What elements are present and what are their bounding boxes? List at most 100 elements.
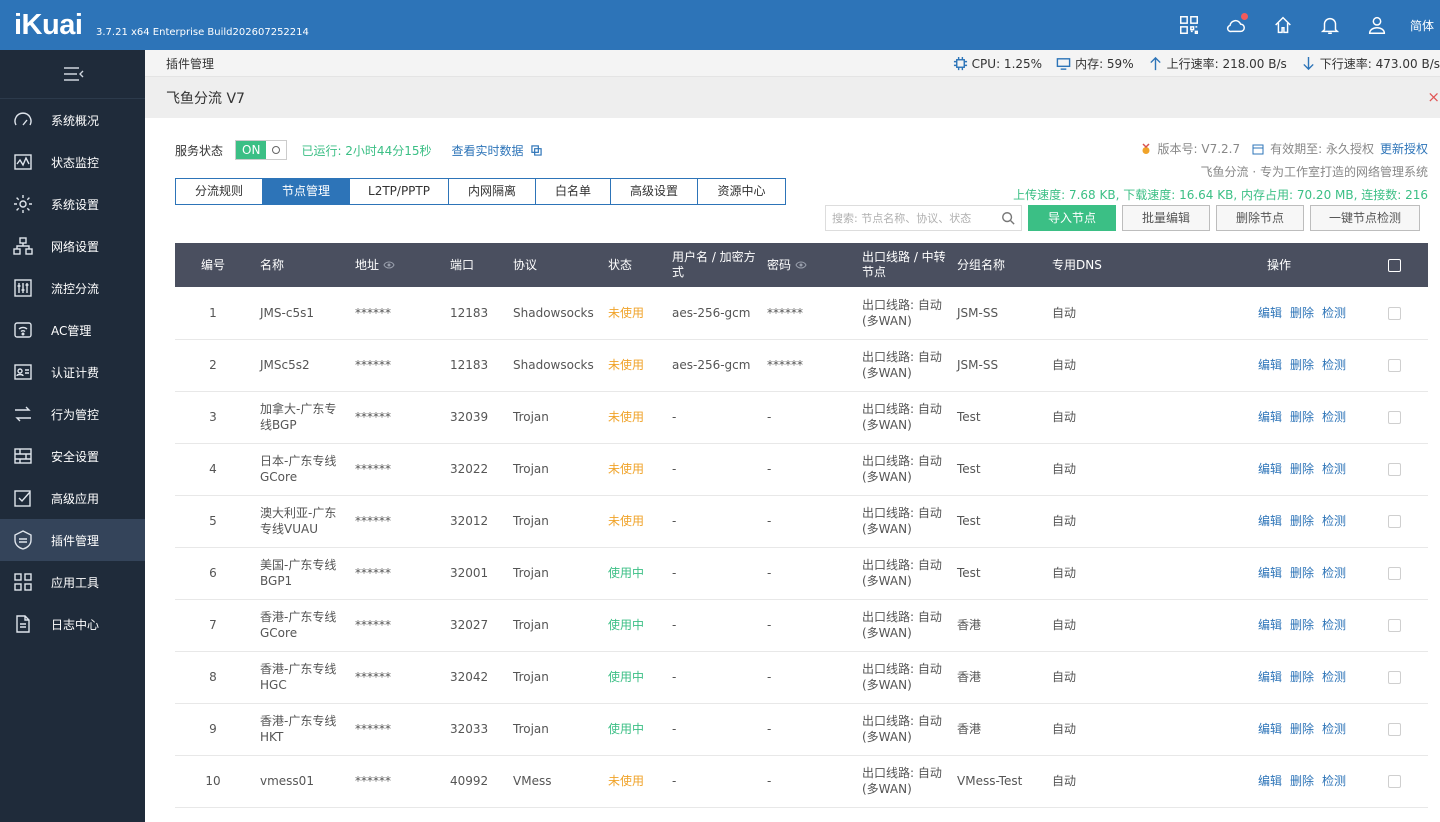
delete-button[interactable]: 删除: [1290, 306, 1314, 320]
row-checkbox[interactable]: [1387, 775, 1401, 788]
edit-button[interactable]: 编辑: [1258, 618, 1282, 632]
row-checkbox[interactable]: [1387, 723, 1401, 736]
renew-license-link[interactable]: 更新授权: [1380, 140, 1428, 157]
tab-4[interactable]: 白名单: [536, 179, 611, 204]
edit-button[interactable]: 编辑: [1258, 722, 1282, 736]
tab-6[interactable]: 资源中心: [698, 179, 785, 204]
delete-button[interactable]: 删除: [1290, 670, 1314, 684]
select-all-checkbox[interactable]: [1387, 258, 1401, 272]
cell-pwd-text: -: [767, 514, 772, 528]
cell-name: 澳大利亚-广东专线VUAU: [251, 495, 346, 547]
delete-button[interactable]: 删除: [1290, 722, 1314, 736]
check-button[interactable]: 检测: [1322, 306, 1346, 320]
cell-port-text: 32001: [450, 566, 489, 580]
sidebar-item-11[interactable]: 应用工具: [0, 561, 145, 603]
check-button[interactable]: 检测: [1322, 410, 1346, 424]
close-icon[interactable]: ×: [1427, 88, 1440, 106]
sidebar-item-9[interactable]: 高级应用: [0, 477, 145, 519]
edit-button[interactable]: 编辑: [1258, 410, 1282, 424]
cell-proto: Trojan: [504, 651, 599, 703]
sidebar-item-10[interactable]: 插件管理: [0, 519, 145, 561]
delete-button[interactable]: 删除: [1290, 566, 1314, 580]
row-checkbox[interactable]: [1387, 515, 1401, 528]
sidebar-item-0[interactable]: 系统概况: [0, 99, 145, 141]
cell-addr: ******: [346, 495, 441, 547]
sidebar-item-2[interactable]: 系统设置: [0, 183, 145, 225]
tab-5[interactable]: 高级设置: [611, 179, 698, 204]
column-header-label: 协议: [513, 257, 538, 272]
cell-no: 5: [175, 495, 251, 547]
cell-name: vmess01: [251, 755, 346, 807]
delete-button[interactable]: 删除: [1290, 358, 1314, 372]
realtime-data-link[interactable]: 查看实时数据: [451, 142, 523, 159]
check-button[interactable]: 检测: [1322, 514, 1346, 528]
check-all-nodes-button[interactable]: 一键节点检测: [1310, 205, 1420, 231]
sidebar-item-3[interactable]: 网络设置: [0, 225, 145, 267]
edit-button[interactable]: 编辑: [1258, 358, 1282, 372]
grid-icon[interactable]: [1173, 9, 1205, 41]
sidebar-item-8[interactable]: 安全设置: [0, 435, 145, 477]
cell-port-text: 32033: [450, 722, 489, 736]
edit-button[interactable]: 编辑: [1258, 462, 1282, 476]
check-button[interactable]: 检测: [1322, 722, 1346, 736]
tab-0[interactable]: 分流规则: [176, 179, 263, 204]
row-checkbox[interactable]: [1387, 671, 1401, 684]
sidebar-item-6[interactable]: 认证计费: [0, 351, 145, 393]
row-checkbox[interactable]: [1387, 463, 1401, 476]
tab-2[interactable]: L2TP/PPTP: [350, 179, 449, 204]
eye-icon[interactable]: [795, 261, 807, 269]
row-checkbox[interactable]: [1387, 359, 1401, 372]
apps-icon: [14, 573, 32, 591]
delete-button[interactable]: 删除: [1290, 618, 1314, 632]
service-toggle[interactable]: ON: [235, 140, 288, 160]
row-checkbox[interactable]: [1387, 567, 1401, 580]
cell-pwd-text: ******: [767, 305, 803, 320]
sidebar-item-4[interactable]: 流控分流: [0, 267, 145, 309]
delete-button[interactable]: 删除: [1290, 774, 1314, 788]
edit-button[interactable]: 编辑: [1258, 670, 1282, 684]
cell-exit-text: 出口线路: 自动(多WAN): [862, 662, 942, 692]
edit-button[interactable]: 编辑: [1258, 774, 1282, 788]
cell-exit: 出口线路: 自动(多WAN): [853, 547, 948, 599]
edit-button[interactable]: 编辑: [1258, 566, 1282, 580]
menu-toggle[interactable]: [0, 50, 145, 99]
check-button[interactable]: 检测: [1322, 462, 1346, 476]
language-switch[interactable]: 简体: [1410, 17, 1434, 34]
delete-button[interactable]: 删除: [1290, 462, 1314, 476]
sidebar-item-7[interactable]: 行为管控: [0, 393, 145, 435]
home-icon[interactable]: [1267, 9, 1299, 41]
sidebar-item-5[interactable]: AC管理: [0, 309, 145, 351]
cell-addr-text: ******: [355, 514, 391, 528]
cloud-icon[interactable]: [1220, 9, 1252, 41]
edit-button[interactable]: 编辑: [1258, 514, 1282, 528]
check-button[interactable]: 检测: [1322, 566, 1346, 580]
sidebar-item-1[interactable]: 状态监控: [0, 141, 145, 183]
eye-icon[interactable]: [383, 261, 395, 269]
cell-port: 32033: [441, 703, 504, 755]
cell-group: 香港: [948, 599, 1043, 651]
tab-3[interactable]: 内网隔离: [449, 179, 536, 204]
delete-node-button[interactable]: 删除节点: [1216, 205, 1304, 231]
cell-exit-text: 出口线路: 自动(多WAN): [862, 766, 942, 796]
check-button[interactable]: 检测: [1322, 358, 1346, 372]
import-node-button[interactable]: 导入节点: [1028, 205, 1116, 231]
cell-pwd: ******: [758, 339, 853, 391]
bell-icon[interactable]: [1314, 9, 1346, 41]
delete-button[interactable]: 删除: [1290, 410, 1314, 424]
check-button[interactable]: 检测: [1322, 618, 1346, 632]
batch-edit-button[interactable]: 批量编辑: [1122, 205, 1210, 231]
search-input[interactable]: [832, 211, 992, 225]
external-link-icon[interactable]: [530, 144, 542, 156]
row-checkbox[interactable]: [1387, 306, 1401, 320]
search-icon[interactable]: [1001, 211, 1015, 225]
sidebar-item-12[interactable]: 日志中心: [0, 603, 145, 645]
check-button[interactable]: 检测: [1322, 774, 1346, 788]
cell-no: 1: [175, 287, 251, 339]
delete-button[interactable]: 删除: [1290, 514, 1314, 528]
user-icon[interactable]: [1361, 9, 1393, 41]
row-checkbox[interactable]: [1387, 619, 1401, 632]
row-checkbox[interactable]: [1387, 411, 1401, 424]
check-button[interactable]: 检测: [1322, 670, 1346, 684]
edit-button[interactable]: 编辑: [1258, 306, 1282, 320]
tab-1[interactable]: 节点管理: [263, 179, 350, 204]
